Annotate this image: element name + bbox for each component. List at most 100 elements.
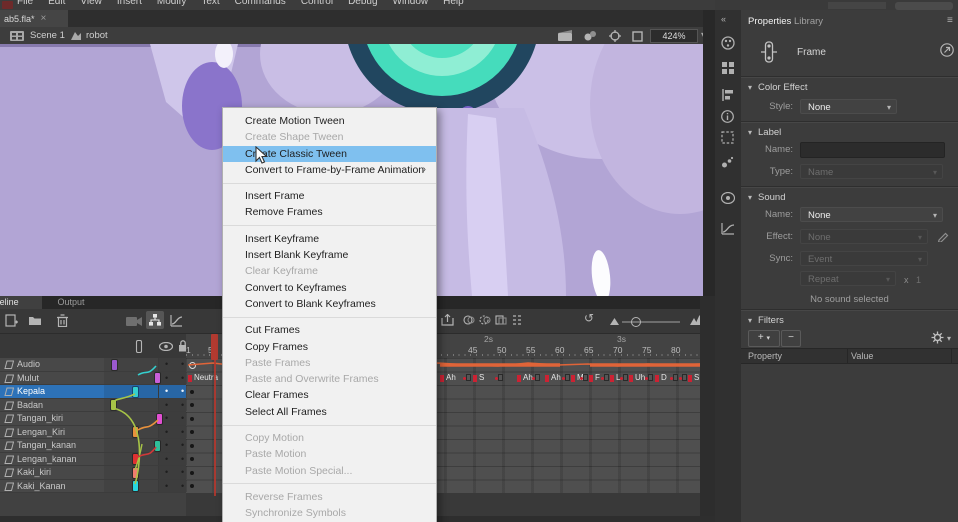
- lock-dot[interactable]: •: [181, 439, 184, 451]
- section-color-effect[interactable]: Color Effect: [748, 82, 807, 93]
- onion-skin-outline-icon[interactable]: [479, 314, 491, 326]
- lock-dot[interactable]: •: [181, 453, 184, 465]
- collapse-panels-icon[interactable]: «: [721, 14, 726, 24]
- sound-repeat-dropdown[interactable]: Repeat▾: [800, 271, 896, 286]
- layer-name[interactable]: Badan: [17, 400, 43, 410]
- lock-dot[interactable]: •: [181, 399, 184, 411]
- swatches-panel-icon[interactable]: [721, 61, 735, 75]
- sound-effect-dropdown[interactable]: None▾: [800, 229, 928, 244]
- playhead[interactable]: [211, 334, 218, 360]
- delete-layer-icon[interactable]: [57, 314, 68, 327]
- zoom-out-icon[interactable]: [610, 318, 619, 325]
- scene-breadcrumb[interactable]: Scene 1: [30, 30, 65, 41]
- clip-content-icon[interactable]: [632, 31, 643, 42]
- keyframe-mark[interactable]: [583, 374, 588, 381]
- label-type-dropdown[interactable]: Name▾: [800, 164, 943, 179]
- edit-symbols-icon[interactable]: [584, 30, 597, 41]
- lock-dot[interactable]: •: [181, 426, 184, 438]
- lock-dot[interactable]: •: [181, 412, 184, 424]
- close-tab-icon[interactable]: ×: [41, 13, 47, 24]
- keyframe-marker[interactable]: [190, 471, 194, 475]
- context-menu-item[interactable]: Convert to Keyframes ›: [223, 280, 436, 296]
- new-folder-icon[interactable]: [28, 314, 42, 326]
- keyframe-mark[interactable]: [565, 374, 570, 381]
- filter-options-gear-icon[interactable]: [931, 331, 944, 344]
- tab-library[interactable]: Library: [794, 16, 823, 27]
- keyframe-marker[interactable]: [190, 484, 194, 488]
- sound-sync-dropdown[interactable]: Event▾: [800, 251, 928, 266]
- particles-panel-icon[interactable]: [721, 156, 734, 169]
- keyframe-mark[interactable]: [498, 374, 503, 381]
- lock-dot[interactable]: •: [181, 480, 184, 492]
- lock-dot[interactable]: •: [181, 466, 184, 478]
- history-graph-icon[interactable]: [721, 222, 735, 235]
- context-menu-item[interactable]: Paste Motion Special... ›: [223, 463, 436, 485]
- context-menu-item[interactable]: Reverse Frames ›: [223, 489, 436, 505]
- graph-editor-icon[interactable]: [170, 314, 183, 327]
- style-dropdown[interactable]: None▾: [800, 99, 897, 114]
- edit-envelope-pencil-icon[interactable]: [937, 230, 949, 242]
- layer-name[interactable]: Tangan_kanan: [17, 440, 76, 450]
- menu-bar-item[interactable]: Help: [443, 0, 464, 9]
- tab-output[interactable]: Output: [48, 296, 94, 309]
- context-menu-item[interactable]: Insert Keyframe ›: [223, 231, 436, 247]
- edit-multiple-frames-icon[interactable]: [495, 314, 507, 326]
- remove-filter-button[interactable]: −: [781, 330, 801, 347]
- layer-name[interactable]: Kepala: [17, 386, 45, 396]
- app-logo-icon[interactable]: [2, 1, 13, 9]
- context-menu-item[interactable]: Copy Motion ›: [223, 430, 436, 446]
- export-frames-icon[interactable]: [441, 314, 455, 326]
- layer-name[interactable]: Audio: [17, 359, 40, 369]
- keyframe-mark[interactable]: [466, 374, 471, 381]
- layer-name[interactable]: Kaki_kiri: [17, 467, 51, 477]
- tab-properties[interactable]: Properties: [748, 16, 791, 27]
- context-menu-item[interactable]: Select All Frames ›: [223, 404, 436, 426]
- context-menu-item[interactable]: Insert Frame ›: [223, 188, 436, 204]
- layer-name[interactable]: Lengan_kanan: [17, 454, 77, 464]
- workspace-switcher[interactable]: [828, 2, 886, 9]
- modify-markers-icon[interactable]: [511, 314, 523, 326]
- sound-name-dropdown[interactable]: None▾: [800, 207, 943, 222]
- section-filters[interactable]: Filters: [748, 315, 784, 326]
- keyframe-mark[interactable]: [623, 374, 628, 381]
- layer-name[interactable]: Lengan_Kiri: [17, 427, 65, 437]
- keyframe-mark[interactable]: [682, 374, 687, 381]
- context-menu-item[interactable]: Clear Frames ›: [223, 387, 436, 403]
- menu-bar-item[interactable]: View: [80, 0, 102, 9]
- menu-bar-item[interactable]: Text: [201, 0, 219, 9]
- keyframe-marker[interactable]: [190, 444, 194, 448]
- keyframe-marker[interactable]: [190, 403, 194, 407]
- repeat-count-stepper[interactable]: 1: [916, 275, 921, 285]
- lock-dot[interactable]: •: [181, 385, 184, 397]
- eye-icon[interactable]: [159, 342, 173, 351]
- edit-scene-icon[interactable]: [558, 30, 573, 41]
- film-icon[interactable]: [10, 31, 24, 41]
- keyframe-marker[interactable]: [190, 417, 194, 421]
- menu-bar-item[interactable]: File: [17, 0, 33, 9]
- gear-chevron-icon[interactable]: ▾: [947, 334, 951, 343]
- section-label[interactable]: Label: [748, 127, 781, 138]
- context-menu-item[interactable]: Paste Frames ›: [223, 355, 436, 371]
- new-layer-icon[interactable]: [5, 314, 18, 327]
- menu-bar-item[interactable]: Window: [393, 0, 429, 9]
- context-menu-item[interactable]: Clear Keyframe ›: [223, 263, 436, 279]
- layer-name[interactable]: Mulut: [17, 373, 39, 383]
- context-menu-item[interactable]: Convert to Blank Keyframes ›: [223, 296, 436, 318]
- parenting-view-icon[interactable]: [149, 314, 161, 326]
- menu-bar-item[interactable]: Debug: [348, 0, 377, 9]
- keyframe-marker[interactable]: [190, 390, 194, 394]
- panel-menu-icon[interactable]: ≡: [947, 15, 953, 26]
- transform-panel-icon[interactable]: [721, 131, 734, 144]
- menu-bar-item[interactable]: Control: [301, 0, 333, 9]
- keyframe-mark[interactable]: [535, 374, 540, 381]
- creative-cloud-icon[interactable]: [721, 192, 735, 204]
- keyframe-marker[interactable]: [190, 457, 194, 461]
- color-panel-icon[interactable]: [721, 36, 735, 50]
- menu-bar-item[interactable]: Edit: [48, 0, 65, 9]
- align-panel-icon[interactable]: [721, 88, 734, 102]
- tab-timeline[interactable]: Timeline: [0, 296, 42, 309]
- add-filter-button[interactable]: + ▾: [748, 330, 780, 347]
- zoom-slider-knob[interactable]: [631, 317, 641, 327]
- context-menu-item[interactable]: Paste Motion ›: [223, 446, 436, 462]
- camera-icon[interactable]: [126, 317, 142, 326]
